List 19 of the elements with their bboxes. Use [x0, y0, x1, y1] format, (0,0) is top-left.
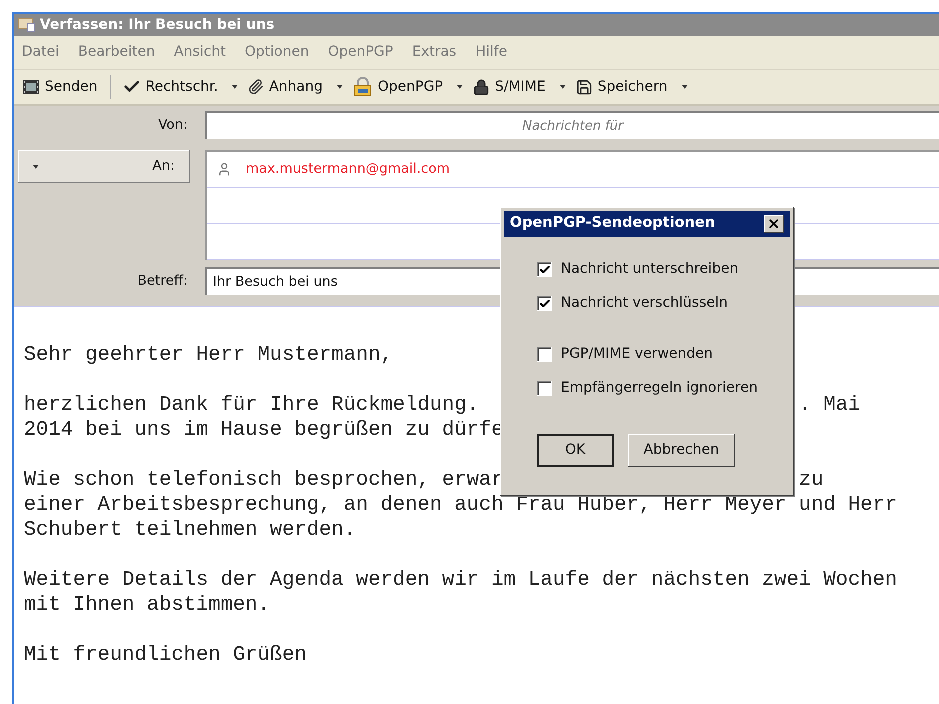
body-text-line: . Mai	[799, 393, 861, 418]
dialog-title: OpenPGP-Sendeoptionen	[510, 214, 716, 234]
body-text-line: einer Arbeitsbesprechung, an denen auch Frau Huber, Herr Meyer und Herr	[24, 493, 898, 518]
window-title: Verfassen: Ihr Besuch bei uns	[40, 16, 275, 34]
subject-label: Betreff:	[136, 272, 189, 291]
body-text-line: Schubert teilnehmen werden.	[24, 518, 356, 543]
body-text-line: mit Ihnen abstimmen.	[24, 593, 270, 618]
body-text-line: herzlichen Dank für Ihre Rückmeldung.	[24, 393, 480, 418]
from-label: Von:	[157, 116, 189, 135]
checkbox-label: Empfängerregeln ignorieren	[561, 379, 758, 398]
checkbox-label: Nachricht unterschreiben	[561, 260, 739, 279]
body-text-line: zu	[799, 468, 824, 493]
recipient-address: max.mustermann@gmail.com	[246, 160, 450, 180]
checkbox-label: Nachricht verschlüsseln	[561, 294, 728, 313]
body-text-line: Mit freundlichen Grüßen	[24, 643, 307, 668]
body-text-line: Weitere Details der Agenda werden wir im Laufe der nächsten zwei Wochen	[24, 568, 898, 593]
body-text-line: Wie schon telefonisch besprochen, erwar	[24, 468, 504, 493]
body-text-line: Sehr geehrter Herr Mustermann,	[24, 343, 394, 368]
checkbox-label: PGP/MIME verwenden	[561, 345, 713, 364]
